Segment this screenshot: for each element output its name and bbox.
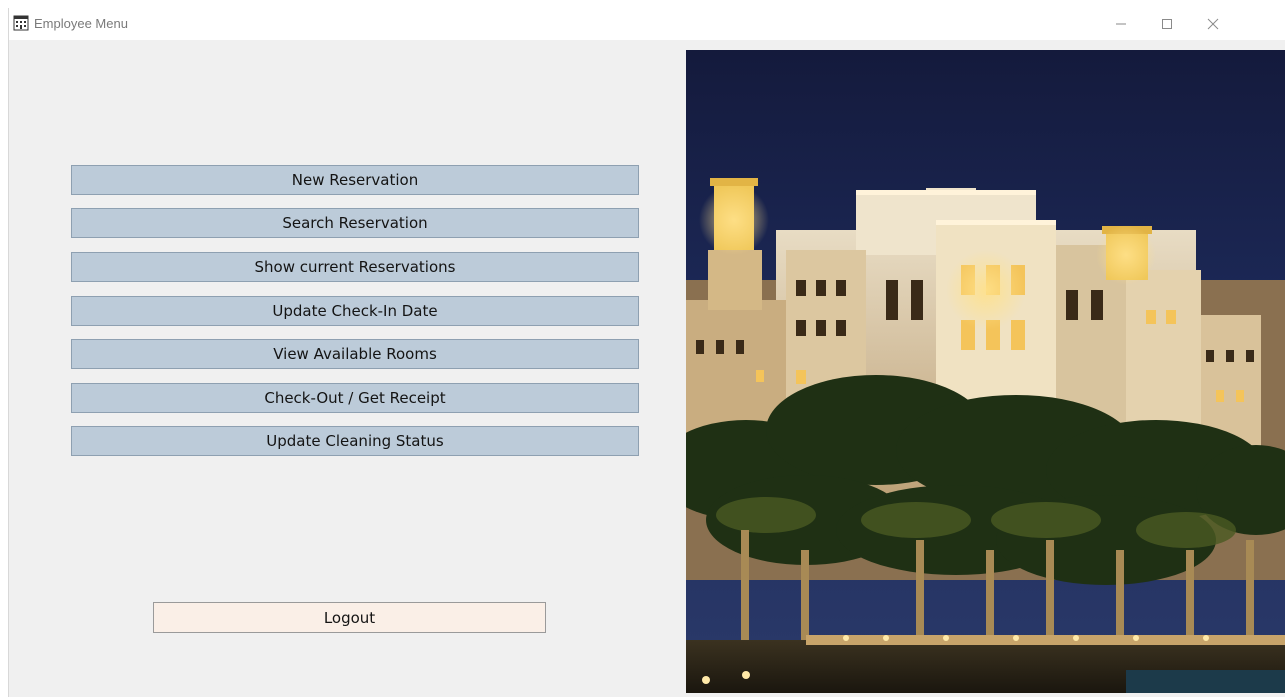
title-bar[interactable]: Employee Menu bbox=[9, 8, 1285, 40]
minimize-button[interactable] bbox=[1098, 8, 1144, 38]
hotel-building-icon bbox=[13, 15, 29, 31]
close-button[interactable] bbox=[1190, 8, 1236, 38]
check-out-get-receipt-button[interactable]: Check-Out / Get Receipt bbox=[71, 383, 639, 413]
new-reservation-button[interactable]: New Reservation bbox=[71, 165, 639, 195]
update-cleaning-status-button[interactable]: Update Cleaning Status bbox=[71, 426, 639, 456]
update-check-in-date-button[interactable]: Update Check-In Date bbox=[71, 296, 639, 326]
employee-menu-window: Employee Menu New Reservation Search Res… bbox=[8, 8, 1285, 697]
window-title: Employee Menu bbox=[34, 16, 128, 31]
hotel-at-night-photo bbox=[686, 50, 1285, 693]
maximize-button[interactable] bbox=[1144, 8, 1190, 38]
minimize-icon bbox=[1116, 23, 1126, 25]
show-current-reservations-button[interactable]: Show current Reservations bbox=[71, 252, 639, 282]
close-icon bbox=[1207, 18, 1219, 30]
maximize-icon bbox=[1162, 19, 1172, 29]
view-available-rooms-button[interactable]: View Available Rooms bbox=[71, 339, 639, 369]
logout-button[interactable]: Logout bbox=[153, 602, 546, 633]
search-reservation-button[interactable]: Search Reservation bbox=[71, 208, 639, 238]
